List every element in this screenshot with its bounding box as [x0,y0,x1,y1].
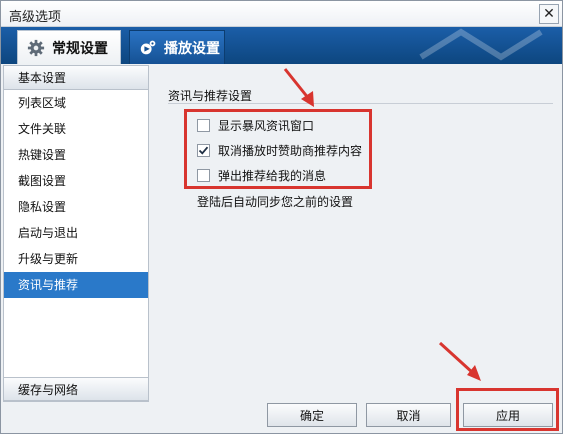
annotation-arrow-icon [438,341,481,381]
annotation-highlight-options [184,109,372,189]
close-icon: ✕ [543,6,555,22]
sidebar-item-label: 文件关联 [18,122,67,136]
settings-sidebar: 基本设置 列表区域 文件关联 热键设置 截图设置 隐私设置 启动与退出 升级与更… [3,65,149,402]
playback-settings-icon [138,38,158,58]
cancel-button[interactable]: 取消 [366,403,451,427]
sidebar-item-cache-network[interactable]: 缓存与网络 [3,377,149,401]
tab-playback-settings[interactable]: 播放设置 [129,30,225,64]
section-title: 资讯与推荐设置 [168,89,253,103]
sidebar-item-startup-exit[interactable]: 启动与退出 [4,220,148,246]
ok-button[interactable]: 确定 [267,403,357,427]
title-bar: 高级选项 ✕ [1,1,562,27]
sidebar-item-label: 升级与更新 [18,252,79,266]
sidebar-item-label: 热键设置 [18,148,67,162]
section-divider [168,103,553,104]
settings-panel: 资讯与推荐设置 显示暴风资讯窗口 取消播放时赞助商推荐内容 弹出推荐给我的消息 … [151,65,560,402]
sidebar-item-privacy-settings[interactable]: 隐私设置 [4,194,148,220]
decorative-pattern-icon [419,28,543,61]
sidebar-item-label: 启动与退出 [18,226,79,240]
sidebar-item-label: 列表区域 [18,96,67,110]
tab-bar: 常规设置 播放设置 [1,27,562,64]
tab-general-label: 常规设置 [52,40,108,57]
sidebar-item-upgrade-update[interactable]: 升级与更新 [4,246,148,272]
gear-icon [26,38,46,58]
sidebar-item-hotkey-settings[interactable]: 热键设置 [4,142,148,168]
tab-playback-label: 播放设置 [164,40,220,57]
sidebar-item-label: 资讯与推荐 [18,278,79,292]
sidebar-item-news-recommendations[interactable]: 资讯与推荐 [4,272,148,298]
sidebar-item-label: 基本设置 [18,71,67,85]
sidebar-item-file-association[interactable]: 文件关联 [4,116,148,142]
sidebar-item-label: 截图设置 [18,174,67,188]
sidebar-item-list-area[interactable]: 列表区域 [4,90,148,116]
close-button[interactable]: ✕ [539,4,559,24]
sidebar-item-label: 隐私设置 [18,200,67,214]
sync-note: 登陆后自动同步您之前的设置 [197,195,354,209]
annotation-arrow-icon [283,68,314,107]
annotation-highlight-apply [456,388,559,431]
tab-general-settings[interactable]: 常规设置 [17,30,121,64]
sidebar-item-basic-settings[interactable]: 基本设置 [4,66,148,90]
advanced-options-window: 高级选项 ✕ 常规设置 播放设置 基本设置 列表区域 文件关联 热键设置 截图设… [0,0,563,434]
sidebar-item-screenshot-settings[interactable]: 截图设置 [4,168,148,194]
sidebar-item-label: 缓存与网络 [18,383,79,397]
window-title: 高级选项 [9,10,62,25]
